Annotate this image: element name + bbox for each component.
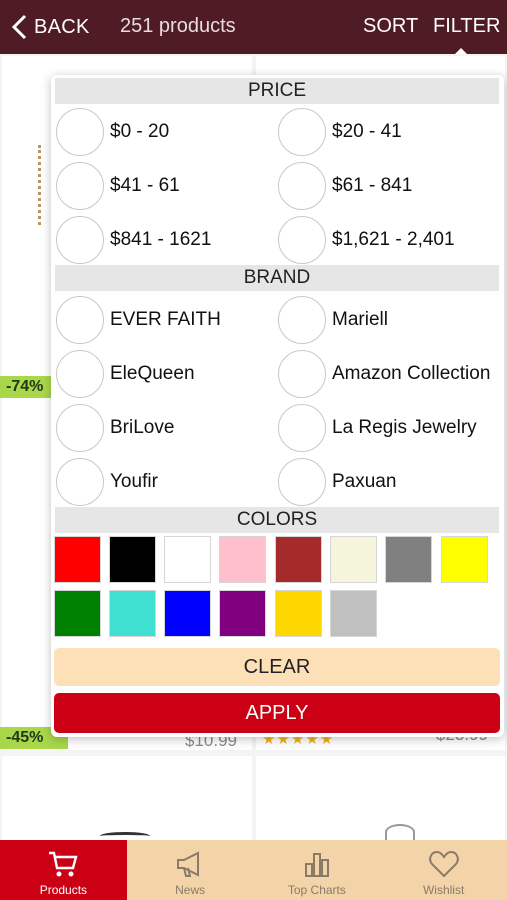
tab-top-charts[interactable]: Top Charts [254, 840, 381, 900]
back-button[interactable]: BACK [10, 12, 90, 42]
option-label: $41 - 61 [110, 175, 180, 196]
apply-button[interactable]: APPLY [54, 693, 500, 733]
color-swatch-purple[interactable] [219, 590, 266, 637]
color-swatch-turquoise[interactable] [109, 590, 156, 637]
radio-button[interactable] [278, 350, 326, 398]
tab-products[interactable]: Products [0, 840, 127, 900]
brand-option[interactable]: Youfir [56, 457, 158, 507]
option-label: $1,621 - 2,401 [332, 229, 455, 250]
option-label: EleQueen [110, 363, 195, 384]
radio-button[interactable] [278, 162, 326, 210]
tab-wishlist[interactable]: Wishlist [380, 840, 507, 900]
product-image [100, 832, 150, 840]
brand-option[interactable]: Mariell [278, 295, 388, 345]
bottom-tab-bar: Products News Top Charts Wishlist [0, 840, 507, 900]
color-swatch-black[interactable] [109, 536, 156, 583]
tab-label: Wishlist [422, 883, 465, 897]
tab-label: Products [39, 883, 88, 897]
heart-icon [428, 850, 459, 878]
price-option[interactable]: $1,621 - 2,401 [278, 215, 455, 265]
price-option[interactable]: $841 - 1621 [56, 215, 211, 265]
brand-option[interactable]: Amazon Collection [278, 349, 490, 399]
radio-button[interactable] [56, 404, 104, 452]
color-swatch-blue[interactable] [164, 590, 211, 637]
radio-button[interactable] [56, 108, 104, 156]
color-swatch-gray[interactable] [385, 536, 432, 583]
filter-button[interactable]: FILTER [433, 15, 500, 38]
radio-button[interactable] [278, 108, 326, 156]
top-nav-bar: BACK 251 products SORT FILTER [0, 0, 507, 57]
colors-heading: COLORS [55, 507, 499, 533]
radio-button[interactable] [56, 296, 104, 344]
product-count: 251 products [120, 15, 236, 37]
radio-button[interactable] [56, 216, 104, 264]
option-label: BriLove [110, 417, 175, 438]
color-swatch-beige[interactable] [330, 536, 377, 583]
radio-button[interactable] [278, 296, 326, 344]
bar-chart-icon [304, 853, 329, 877]
radio-button[interactable] [278, 404, 326, 452]
price-option[interactable]: $41 - 61 [56, 161, 180, 211]
price-heading: PRICE [55, 78, 499, 104]
option-label: Paxuan [332, 471, 397, 492]
megaphone-icon [177, 851, 200, 877]
radio-button[interactable] [278, 458, 326, 506]
option-label: $61 - 841 [332, 175, 413, 196]
tab-news[interactable]: News [127, 840, 254, 900]
price-option[interactable]: $0 - 20 [56, 107, 169, 157]
brand-option[interactable]: EVER FAITH [56, 295, 221, 345]
filter-panel: PRICE $0 - 20 $20 - 41 $41 - 61 $61 - 84… [51, 75, 504, 737]
brand-option[interactable]: EleQueen [56, 349, 195, 399]
option-label: $20 - 41 [332, 121, 402, 142]
color-swatch-pink[interactable] [219, 536, 266, 583]
chevron-left-icon [11, 14, 27, 40]
brand-option[interactable]: BriLove [56, 403, 174, 453]
brand-option[interactable]: Paxuan [278, 457, 396, 507]
price-option[interactable]: $20 - 41 [278, 107, 402, 157]
option-label: Mariell [332, 309, 388, 330]
color-swatch-brown[interactable] [275, 536, 322, 583]
radio-button[interactable] [56, 350, 104, 398]
option-label: EVER FAITH [110, 309, 221, 330]
price-option[interactable]: $61 - 841 [278, 161, 412, 211]
tab-label: Top Charts [287, 883, 346, 897]
option-label: $0 - 20 [110, 121, 170, 142]
radio-button[interactable] [56, 458, 104, 506]
color-swatch-green[interactable] [54, 590, 101, 637]
sort-button[interactable]: SORT [363, 15, 418, 38]
clear-button[interactable]: CLEAR [54, 648, 500, 686]
radio-button[interactable] [278, 216, 326, 264]
option-label: Youfir [110, 471, 158, 492]
cart-icon [49, 851, 78, 877]
product-image [385, 824, 415, 840]
option-label: $841 - 1621 [110, 229, 212, 250]
color-swatch-silver[interactable] [330, 590, 377, 637]
brand-heading: BRAND [55, 265, 499, 291]
product-image [38, 145, 52, 225]
option-label: Amazon Collection [332, 363, 491, 384]
product-card[interactable] [256, 756, 505, 846]
color-swatch-gold[interactable] [275, 590, 322, 637]
radio-button[interactable] [56, 162, 104, 210]
brand-option[interactable]: La Regis Jewelry [278, 403, 477, 453]
color-swatch-red[interactable] [54, 536, 101, 583]
color-swatch-yellow[interactable] [441, 536, 488, 583]
tab-label: News [175, 883, 206, 897]
color-swatch-white[interactable] [164, 536, 211, 583]
back-label: BACK [34, 15, 90, 38]
option-label: La Regis Jewelry [332, 417, 477, 438]
